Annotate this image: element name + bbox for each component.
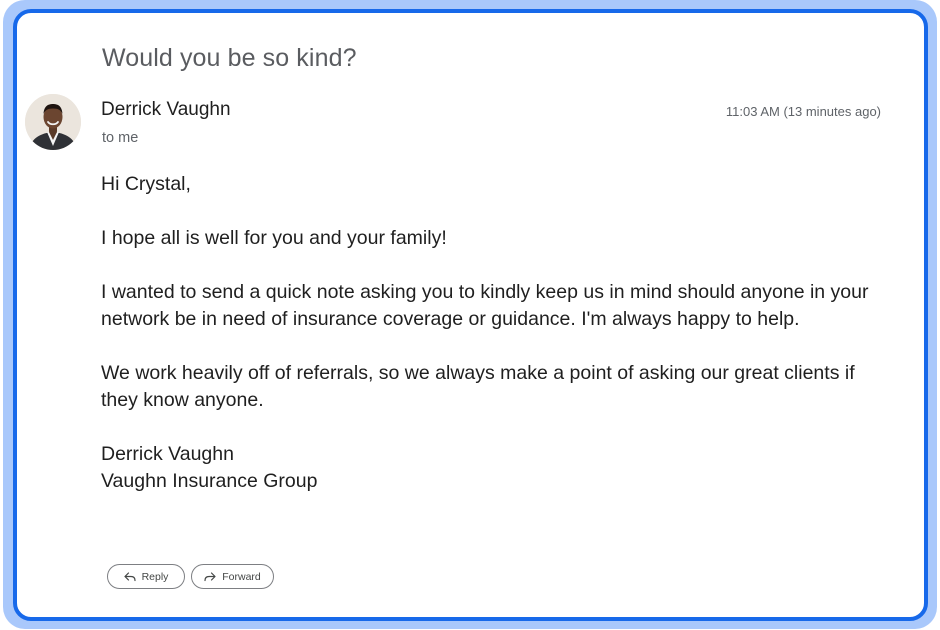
email-card: Would you be so kind? Derrick Vaughn to …	[13, 9, 928, 621]
email-timestamp: 11:03 AM (13 minutes ago)	[725, 104, 881, 119]
sender-name[interactable]: Derrick Vaughn	[101, 99, 231, 121]
body-paragraph: We work heavily off of referrals, so we …	[101, 362, 855, 411]
forward-button[interactable]: Forward	[191, 564, 274, 589]
email-subject: Would you be so kind?	[102, 44, 357, 72]
email-body: Hi Crystal, I hope all is well for you a…	[101, 171, 891, 495]
body-greeting: Hi Crystal,	[101, 173, 191, 195]
avatar[interactable]	[25, 94, 81, 150]
sender-photo	[25, 94, 81, 150]
reply-button[interactable]: Reply	[107, 564, 185, 589]
body-paragraph: I wanted to send a quick note asking you…	[101, 281, 869, 330]
signature-company: Vaughn Insurance Group	[101, 470, 318, 492]
forward-label: Forward	[222, 570, 261, 583]
body-paragraph: I hope all is well for you and your fami…	[101, 227, 447, 249]
email-actions: Reply Forward	[107, 564, 274, 589]
recipient-line[interactable]: to me	[102, 130, 138, 146]
signature-name: Derrick Vaughn	[101, 443, 234, 465]
reply-arrow-icon	[123, 571, 136, 582]
forward-arrow-icon	[204, 571, 216, 582]
reply-label: Reply	[141, 570, 169, 583]
